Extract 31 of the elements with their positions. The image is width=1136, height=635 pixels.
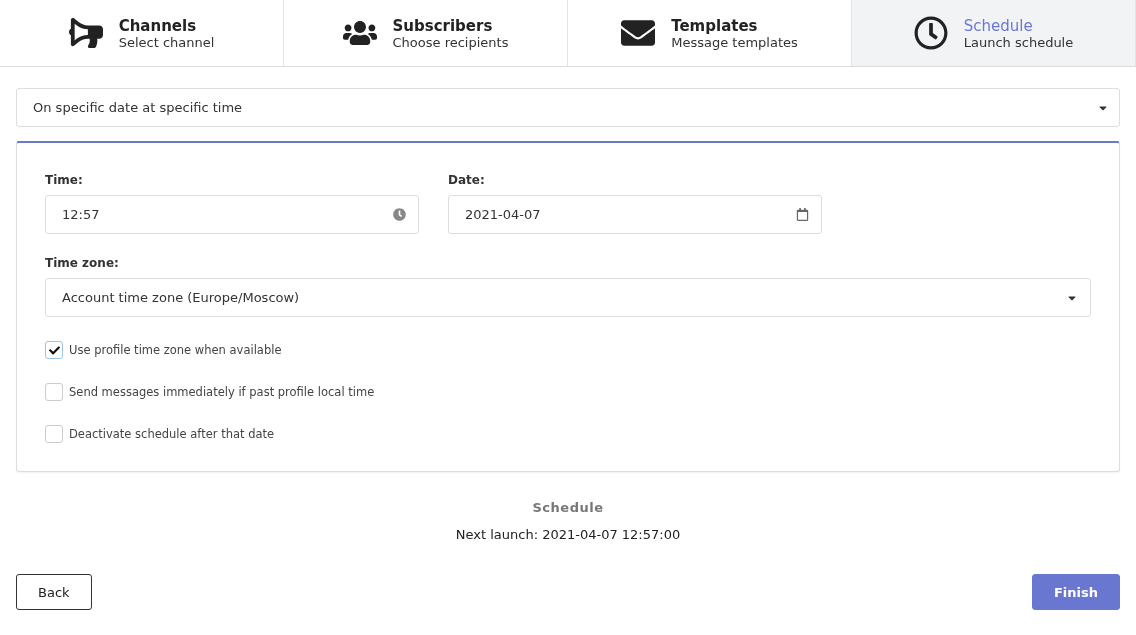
checkbox[interactable] [45, 341, 63, 359]
checkbox-label: Use profile time zone when available [69, 343, 282, 357]
field-label: Time zone: [45, 256, 120, 270]
checkbox[interactable] [45, 383, 63, 401]
next-launch-text: Next launch: 2021-04-07 12:57:00 [455, 527, 681, 542]
clock-icon [393, 208, 406, 221]
time-zone-select[interactable]: Account time zone (Europe/Moscow) [45, 278, 1091, 317]
field-label: Date: [448, 173, 486, 187]
back-button[interactable]: Back [16, 574, 92, 610]
step-title: Channels [118, 16, 198, 35]
step-title: Subscribers [392, 16, 494, 35]
date-field[interactable]: 2021-04-07 [448, 195, 822, 234]
step-subtitle: Launch schedule [963, 34, 1074, 50]
step-title: Templates [671, 16, 759, 35]
checkbox-label: Deactivate schedule after that date [69, 427, 275, 441]
step-title: Schedule [963, 16, 1034, 35]
checkbox-label: Send messages immediately if past profile local time [69, 385, 375, 399]
step-subtitle: Choose recipients [392, 34, 509, 50]
finish-button[interactable]: Finish [1031, 574, 1120, 610]
megaphone-icon [68, 16, 103, 50]
step-subtitle: Select channel [118, 34, 215, 50]
clock-icon [913, 16, 948, 50]
check-icon [48, 344, 60, 356]
time-field[interactable]: 12:57 [45, 195, 419, 234]
summary-title: Schedule [532, 500, 604, 515]
step-subtitle: Message templates [671, 34, 798, 50]
wizard-step[interactable]: Schedule Launch schedule [852, 0, 1136, 66]
calendar-icon [796, 208, 809, 221]
schedule-type-select[interactable]: On specific date at specific time [16, 88, 1120, 127]
field-label: Time: [45, 173, 84, 187]
checkbox[interactable] [45, 425, 63, 443]
